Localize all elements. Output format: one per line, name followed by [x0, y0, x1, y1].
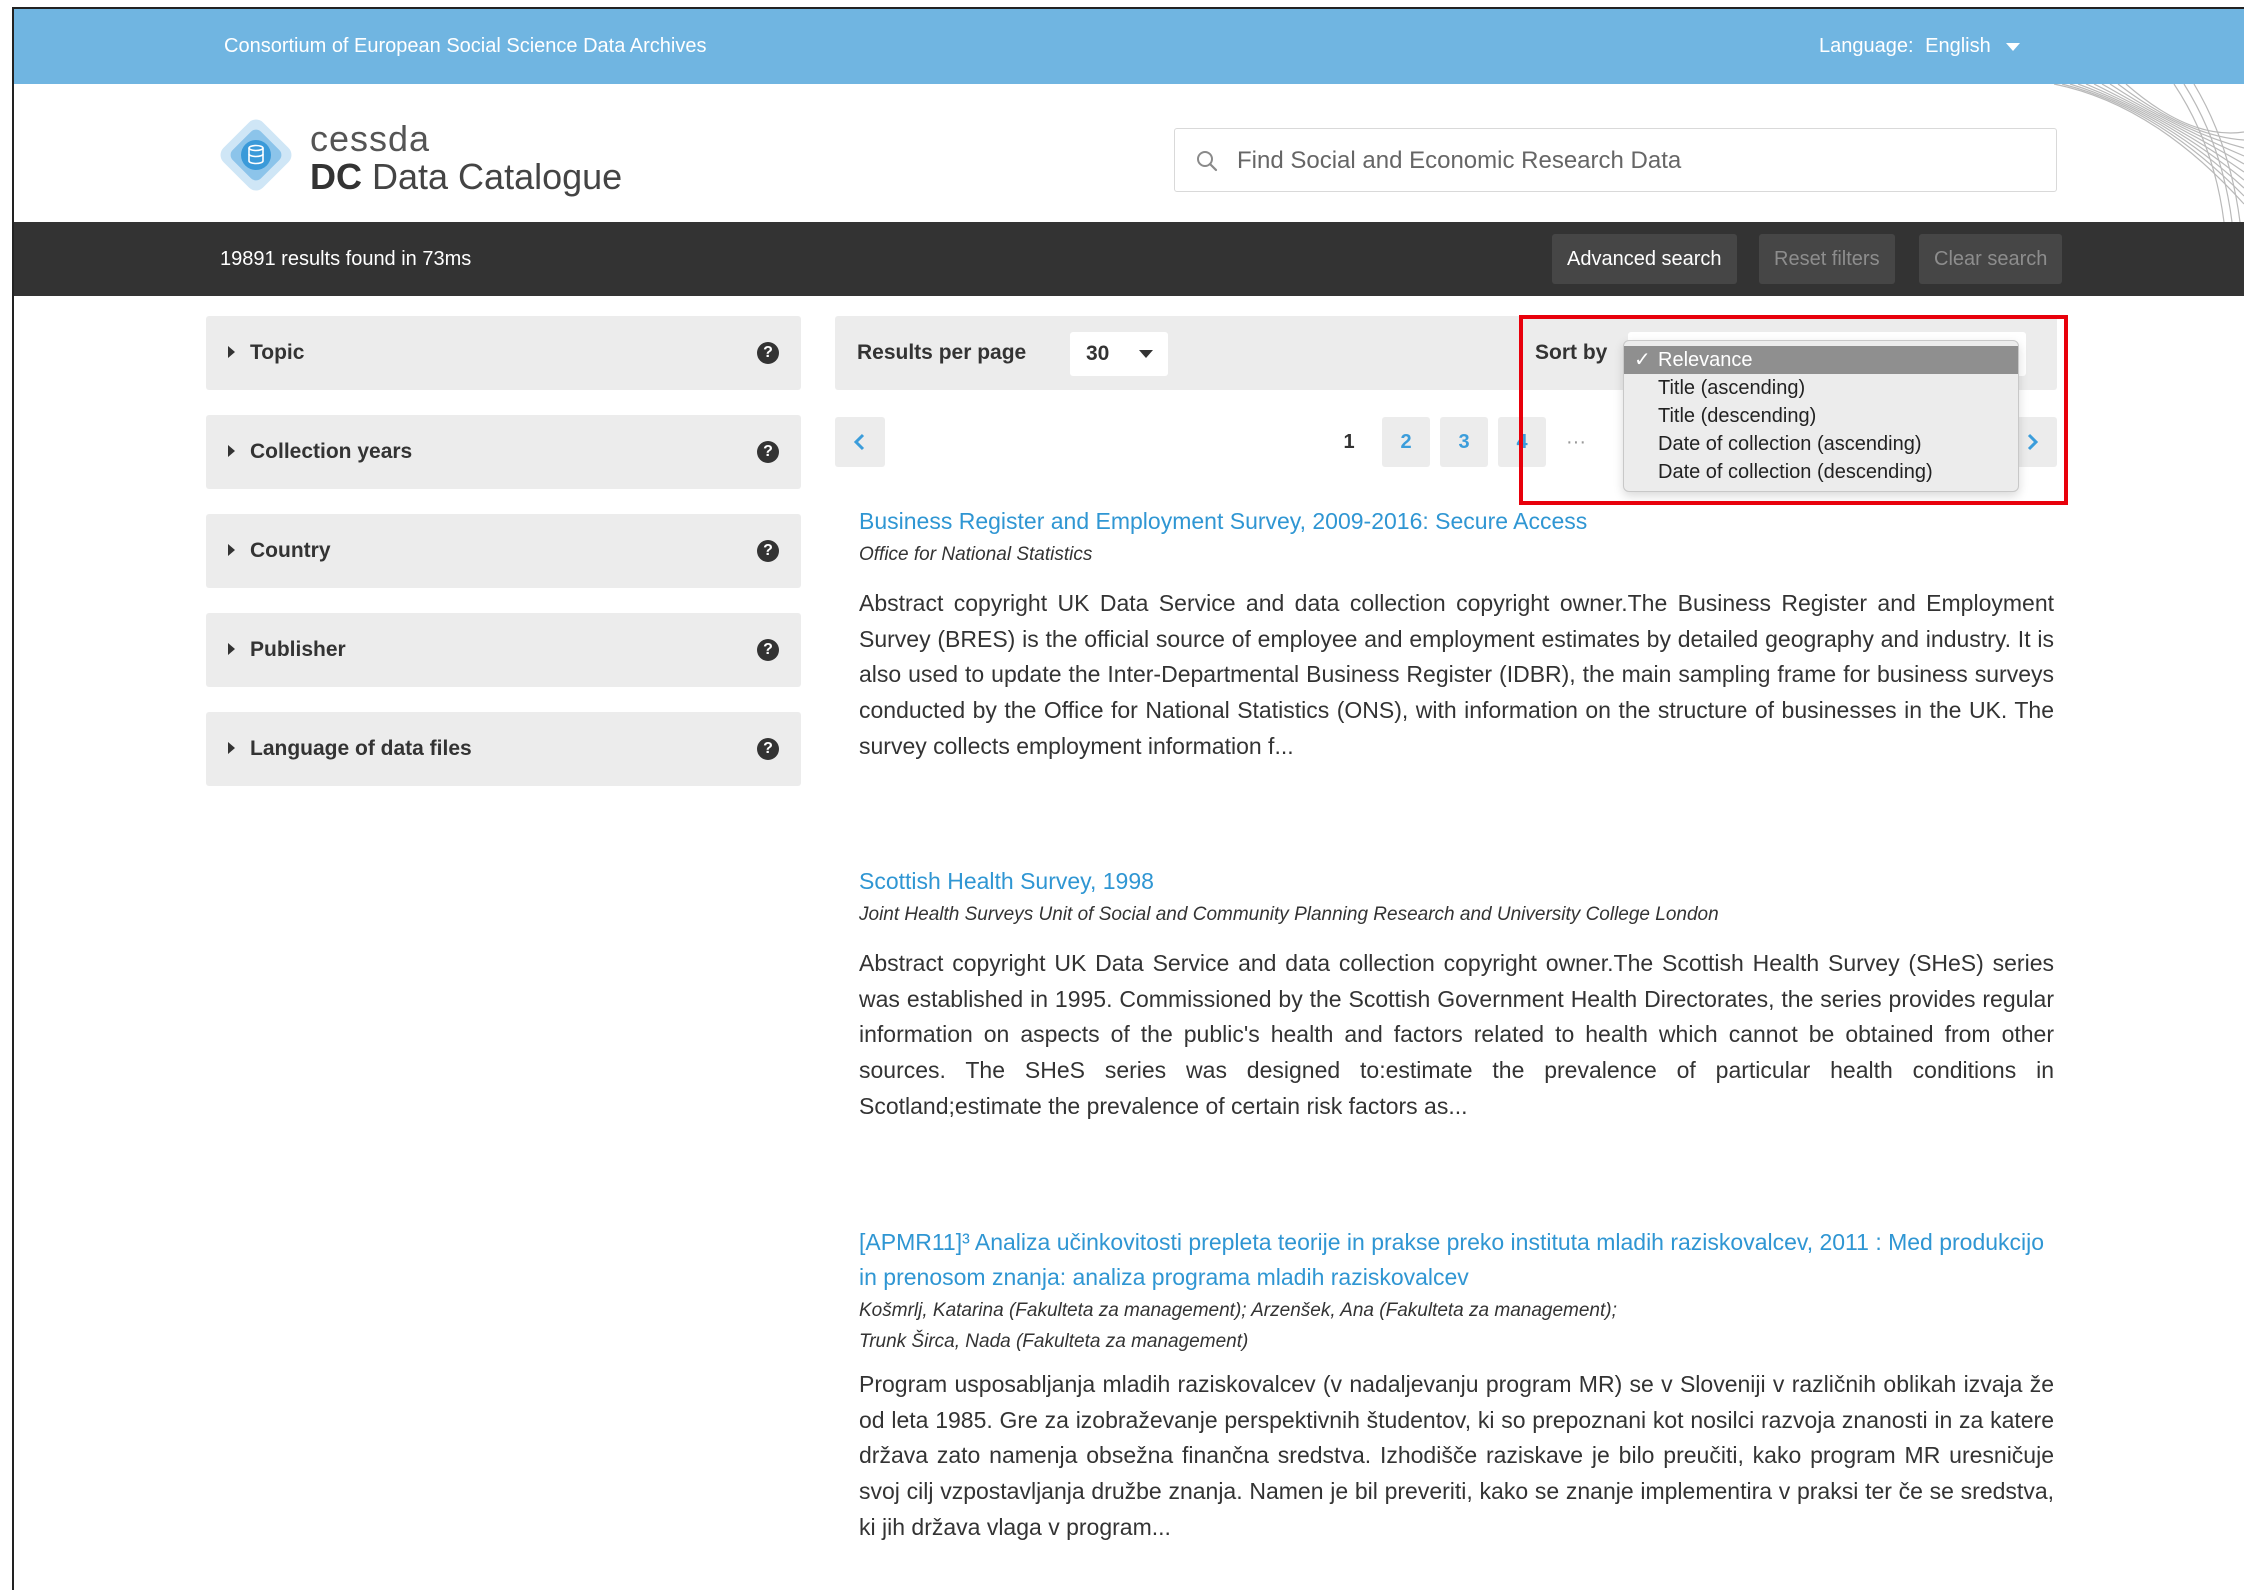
caret-right-icon — [228, 346, 235, 358]
language-value: English — [1925, 35, 1991, 57]
language-selector[interactable]: Language: English — [1819, 9, 2021, 84]
result-abstract: Program usposabljanja mladih raziskovalc… — [859, 1371, 2054, 1540]
result-title-link[interactable]: Business Register and Employment Survey,… — [859, 504, 2054, 539]
facet-collection-years[interactable]: Collection years ? — [206, 415, 801, 489]
help-icon[interactable]: ? — [757, 738, 779, 760]
result-item: Business Register and Employment Survey,… — [859, 504, 2054, 765]
page-link[interactable]: 2 — [1382, 417, 1430, 467]
help-icon[interactable]: ? — [757, 639, 779, 661]
page-current: 1 — [1343, 431, 1355, 453]
logo-text-small: cessda — [310, 118, 431, 159]
facet-country[interactable]: Country ? — [206, 514, 801, 588]
clear-search-button[interactable]: Clear search — [1919, 234, 2063, 284]
chevron-left-icon — [853, 433, 865, 451]
previous-page-button[interactable] — [835, 417, 885, 467]
facet-topic[interactable]: Topic ? — [206, 316, 801, 390]
facet-label: Language of data files — [250, 737, 472, 760]
search-box[interactable] — [1174, 128, 2057, 193]
search-input[interactable] — [1235, 129, 2039, 193]
facet-label: Collection years — [250, 440, 413, 463]
caret-right-icon — [228, 445, 235, 457]
search-icon — [1197, 151, 1218, 172]
advanced-search-button[interactable]: Advanced search — [1552, 234, 1737, 284]
chevron-down-icon — [2006, 42, 2021, 51]
highlight-annotation-box — [1519, 315, 2068, 505]
logo-text: DC Data Catalogue — [310, 156, 622, 198]
results-per-page-value: 30 — [1086, 342, 1110, 365]
result-publisher: Košmrlj, Katarina (Fakulteta za manageme… — [859, 1295, 2054, 1357]
caret-right-icon — [228, 643, 235, 655]
facet-label: Topic — [250, 341, 305, 364]
page-link[interactable]: 3 — [1440, 417, 1488, 467]
result-publisher: Joint Health Surveys Unit of Social and … — [859, 904, 1719, 925]
result-item: [APMR11]³ Analiza učinkovitosti prepleta… — [859, 1225, 2054, 1546]
logo-text-rest: Data Catalogue — [362, 156, 623, 197]
help-icon[interactable]: ? — [757, 540, 779, 562]
result-title-link[interactable]: [APMR11]³ Analiza učinkovitosti prepleta… — [859, 1225, 2054, 1295]
language-label: Language: — [1819, 35, 1914, 57]
result-item: Scottish Health Survey, 1998 Joint Healt… — [859, 864, 2054, 1125]
reset-filters-button[interactable]: Reset filters — [1759, 234, 1895, 284]
logo-text-bold: DC — [310, 156, 362, 197]
result-title-link[interactable]: Scottish Health Survey, 1998 — [859, 864, 2054, 899]
facet-label: Country — [250, 539, 331, 562]
result-publisher: Office for National Statistics — [859, 544, 1093, 565]
help-icon[interactable]: ? — [757, 441, 779, 463]
header: cessda DC Data Catalogue — [14, 84, 2244, 222]
results-per-page-select[interactable]: 30 — [1070, 332, 1168, 376]
facet-label: Publisher — [250, 638, 346, 661]
help-icon[interactable]: ? — [757, 342, 779, 364]
top-bar: Consortium of European Social Science Da… — [14, 9, 2244, 84]
browser-page: Consortium of European Social Science Da… — [12, 7, 2244, 1590]
results-count: 19891 results found in 73ms — [220, 248, 472, 270]
cessda-logo-icon[interactable] — [214, 113, 298, 197]
caret-right-icon — [228, 544, 235, 556]
results-per-page-label: Results per page — [857, 341, 1027, 364]
caret-right-icon — [228, 742, 235, 754]
result-abstract: Abstract copyright UK Data Service and d… — [859, 950, 2054, 1119]
results-bar: 19891 results found in 73ms Advanced sea… — [14, 222, 2244, 296]
result-publisher-line: Košmrlj, Katarina (Fakulteta za manageme… — [859, 1300, 1617, 1321]
facet-publisher[interactable]: Publisher ? — [206, 613, 801, 687]
organization-link[interactable]: Consortium of European Social Science Da… — [224, 9, 706, 84]
result-abstract: Abstract copyright UK Data Service and d… — [859, 590, 2054, 759]
facet-language-of-data-files[interactable]: Language of data files ? — [206, 712, 801, 786]
chevron-down-icon — [1139, 350, 1153, 358]
result-publisher-line: Trunk Širca, Nada (Fakulteta za manageme… — [859, 1331, 1249, 1352]
